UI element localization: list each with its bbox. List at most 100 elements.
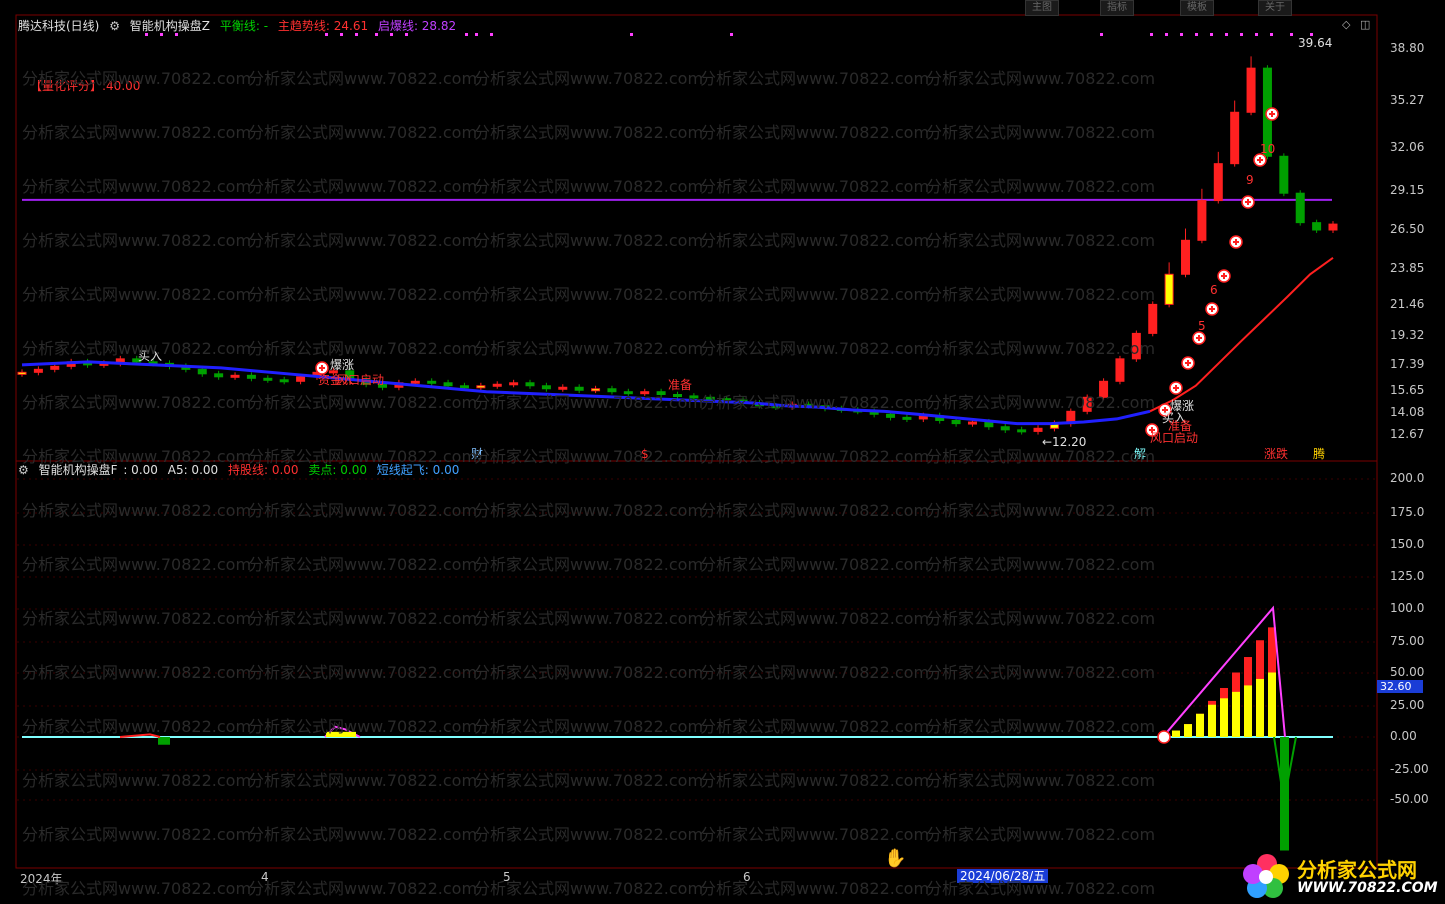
brand-logo: 分析家公式网 WWW.70822.COM [1239,850,1439,902]
hand-cursor-icon: ✋ [884,848,907,869]
candle-body [1230,111,1240,165]
yellow-bar [1196,713,1204,737]
top-dot-marker [1225,33,1228,36]
sub-tick: 125.0 [1390,569,1425,583]
watermark-text: 分析家公式网www.70822.com [248,339,478,358]
watermark-text: 分析家公式网www.70822.com [926,717,1156,736]
watermark-text: 分析家公式网www.70822.com [248,123,478,142]
start-line-label: 启爆线: 28.82 [377,19,457,33]
watermark-text: 分析家公式网www.70822.com [700,609,930,628]
top-dot-marker [1240,33,1243,36]
tab-about[interactable]: 关于 [1258,0,1292,16]
watermark-text: 分析家公式网www.70822.com [474,339,704,358]
price-tick: 38.80 [1390,41,1425,55]
tab-indicator[interactable]: 指标 [1100,0,1134,16]
candle-body [246,374,256,379]
price-tick: 19.32 [1390,328,1425,342]
watermark-text: 分析家公式网www.70822.com [22,879,252,898]
chart-stage[interactable]: 腾达科技(日线) ⚙ 智能机构操盘Z 平衡线: - 主趋势线: 24.61 启爆… [0,0,1445,904]
watermark-text: 分析家公式网www.70822.com [926,825,1156,844]
step-number: 5 [1198,319,1206,333]
watermark-text: 分析家公式网www.70822.com [700,663,930,682]
watermark-text: 分析家公式网www.70822.com [926,879,1156,898]
watermark-text: 分析家公式网www.70822.com [248,393,478,412]
top-dot-marker [730,33,733,36]
top-dot-marker [1195,33,1198,36]
top-dot-marker [630,33,633,36]
window-toggle-icon[interactable]: ◫ [1360,18,1370,31]
watermark-text: 分析家公式网www.70822.com [474,609,704,628]
watermark-text: 分析家公式网www.70822.com [474,393,704,412]
watermark-text: 分析家公式网www.70822.com [474,555,704,574]
candle-body [459,385,469,389]
candle-body [427,380,437,384]
gear-icon[interactable]: ⚙ [109,19,120,33]
sub-tick: 175.0 [1390,505,1425,519]
candle-body [1197,200,1207,241]
main-indicator-name[interactable]: 智能机构操盘Z [130,19,210,33]
watermark-text: 分析家公式网www.70822.com [926,285,1156,304]
candle-body [410,380,420,384]
top-dot-marker [1100,33,1103,36]
tab-main[interactable]: 主图 [1025,0,1059,16]
yellow-bar [1232,691,1240,737]
candle-body [902,416,912,420]
yellow-bar [1268,672,1276,737]
diamond-icon[interactable]: ◇ [1342,18,1350,31]
price-tick: 26.50 [1390,222,1425,236]
watermark-text: 分析家公式网www.70822.com [474,231,704,250]
watermark-text: 分析家公式网www.70822.com [700,501,930,520]
sub-tick: 200.0 [1390,471,1425,485]
yellow-bar [1172,730,1180,737]
watermark-text: 分析家公式网www.70822.com [700,231,930,250]
price-tick: 17.39 [1390,357,1425,371]
watermark-text: 分析家公式网www.70822.com [248,879,478,898]
watermark-text: 分析家公式网www.70822.com [700,69,930,88]
top-dot-marker [465,33,468,36]
candle-body [230,374,240,378]
tab-template[interactable]: 模板 [1180,0,1214,16]
candle-body [296,376,306,382]
sub-tick: 75.00 [1390,634,1425,648]
watermark-text: 分析家公式网www.70822.com [22,69,252,88]
sub-tick: 50.00 [1390,665,1425,679]
watermark-text: 分析家公式网www.70822.com [22,339,252,358]
watermark-text: 分析家公式网www.70822.com [22,393,252,412]
high-price-label: 39.64 [1298,36,1333,50]
yellow-bar [1184,724,1192,737]
top-dot-marker [1180,33,1183,36]
top-dot-marker [1270,33,1273,36]
step-number: 6 [1210,283,1218,297]
watermark-text: 分析家公式网www.70822.com [926,501,1156,520]
watermark-text: 分析家公式网www.70822.com [926,231,1156,250]
candle-body [443,382,453,387]
early-neg-bar [158,737,170,745]
watermark-text: 分析家公式网www.70822.com [248,501,478,520]
sub-tick: 100.0 [1390,601,1425,615]
price-tick: 32.06 [1390,140,1425,154]
candle-body [1295,192,1305,224]
annotation-label: 爆涨 [330,358,355,372]
watermark-text: 分析家公式网www.70822.com [248,285,478,304]
price-tick: 12.67 [1390,427,1425,441]
candle-body [33,368,43,373]
watermark-text: 分析家公式网www.70822.com [700,285,930,304]
watermark-text: 分析家公式网www.70822.com [926,123,1156,142]
watermark-text: 分析家公式网www.70822.com [248,69,478,88]
watermark-text: 分析家公式网www.70822.com [22,555,252,574]
watermark-text: 分析家公式网www.70822.com [248,177,478,196]
candle-body [50,365,60,370]
watermark-text: 分析家公式网www.70822.com [700,879,930,898]
stock-name[interactable]: 腾达科技(日线) [18,19,99,33]
sub-tick: -50.00 [1390,792,1429,806]
watermark-text: 分析家公式网www.70822.com [700,393,930,412]
watermark-text: 分析家公式网www.70822.com [248,717,478,736]
watermark-text: 分析家公式网www.70822.com [700,339,930,358]
watermark-text: 分析家公式网www.70822.com [474,825,704,844]
candle-body [984,421,994,428]
watermark-text: 分析家公式网www.70822.com [926,339,1156,358]
candle-body [886,413,896,418]
logo-text-url: WWW.70822.COM [1297,880,1438,896]
watermark-text: 分析家公式网www.70822.com [926,393,1156,412]
watermark-text: 分析家公式网www.70822.com [22,123,252,142]
